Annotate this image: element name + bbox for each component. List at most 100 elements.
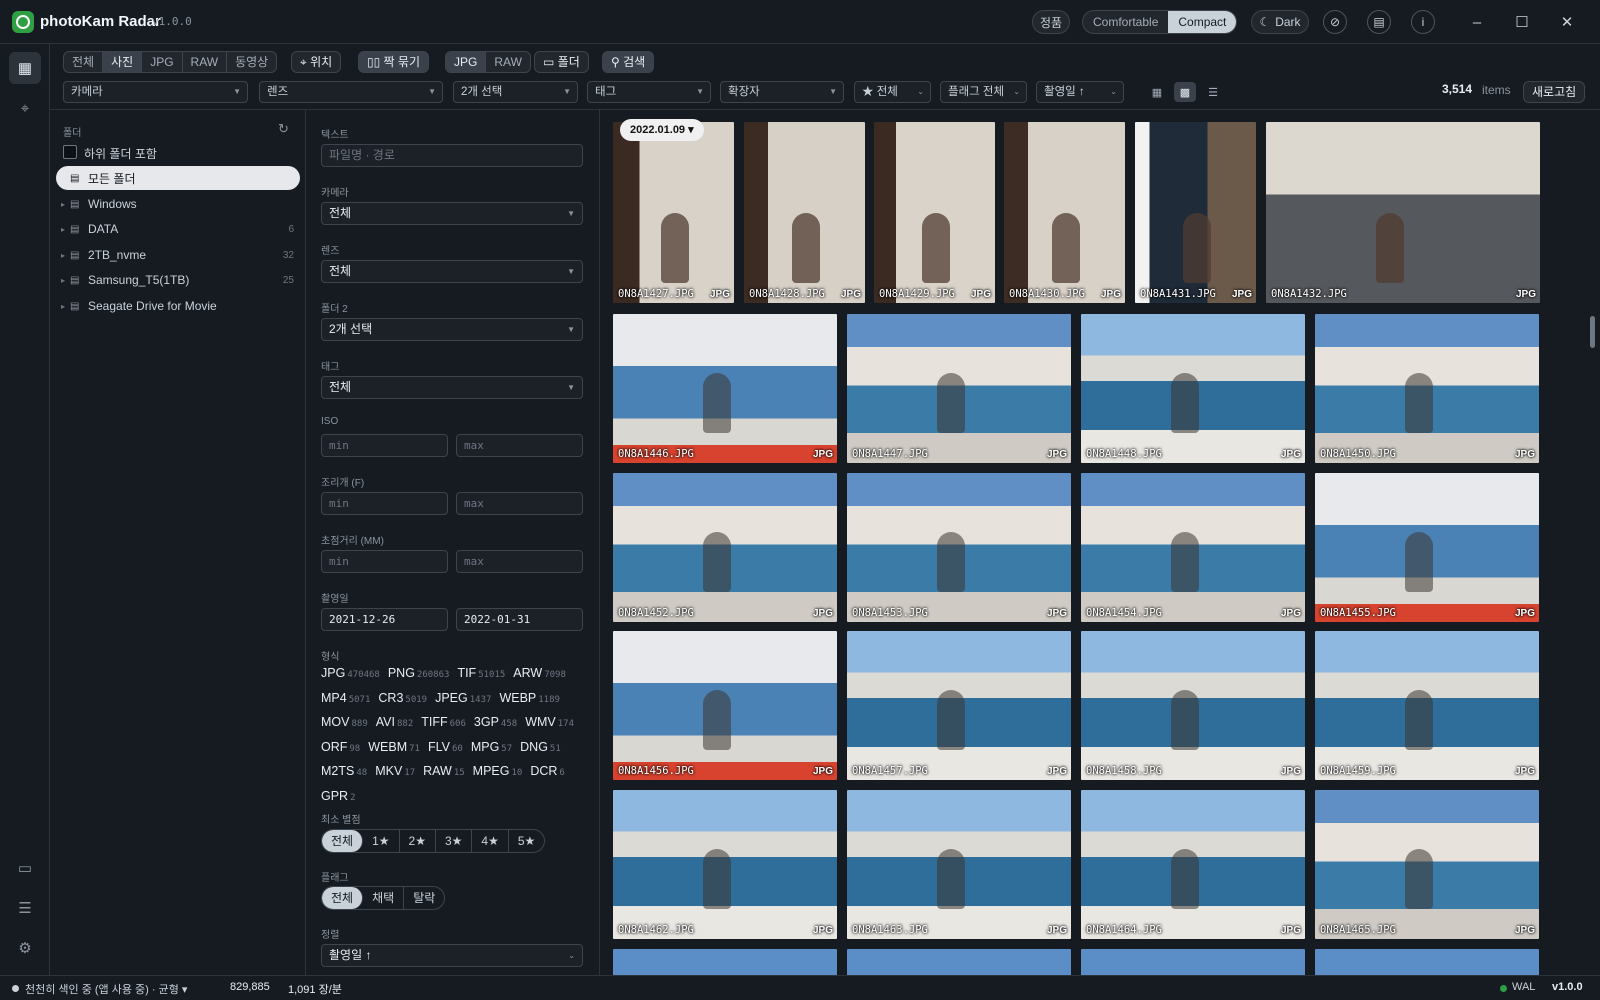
photo-thumbnail[interactable]: 0N8A1459.JPG JPG	[1315, 631, 1539, 780]
format-item[interactable]: ORF 98	[321, 736, 360, 761]
photo-thumbnail[interactable]: 0N8A1447.JPG JPG	[847, 314, 1071, 463]
folder-item-2tb-nvme[interactable]: ▸ ▤ 2TB_nvme 32	[56, 243, 300, 267]
aperture-max-input[interactable]: max	[456, 492, 583, 515]
folder-icon[interactable]: ▭	[9, 852, 41, 884]
checklist-icon[interactable]: ☰	[9, 892, 41, 924]
text-filter-input[interactable]: 파일명 · 경로	[321, 144, 583, 167]
flag-chip-pick[interactable]: 채택	[363, 887, 405, 909]
format-item[interactable]: MP4 5071	[321, 687, 370, 712]
media-tab-all[interactable]: 전체	[64, 52, 104, 72]
format-item[interactable]: 3GP 458	[474, 711, 517, 736]
sort-filter-select[interactable]: 촬영일 ↑ ⌄	[321, 944, 583, 967]
rating-chip-4[interactable]: 4★	[472, 830, 509, 852]
expand-icon[interactable]: ▸	[56, 302, 70, 311]
aperture-min-input[interactable]: min	[321, 492, 448, 515]
photo-thumbnail[interactable]: 0N8A1431.JPG JPG	[1135, 122, 1256, 303]
refresh-icon[interactable]: ↻	[278, 121, 289, 137]
keyboard-icon[interactable]: ▤	[1367, 10, 1391, 34]
compass-icon[interactable]: ⊘	[1323, 10, 1347, 34]
photo-thumbnail[interactable]: 0N8A1429.JPG JPG	[874, 122, 995, 303]
pair-tab-raw[interactable]: RAW	[486, 52, 530, 72]
iso-max-input[interactable]: max	[456, 434, 583, 457]
format-item[interactable]: PNG 260863	[388, 662, 450, 687]
folder-dropdown[interactable]: 2개 선택 ▼	[453, 81, 578, 103]
photo-thumbnail[interactable]: 0N8A1432.JPG JPG	[1266, 122, 1540, 303]
rating-chip-2[interactable]: 2★	[400, 830, 436, 852]
photo-thumbnail[interactable]: 0N8A1446.JPG JPG	[613, 314, 837, 463]
indexing-status[interactable]: 천천히 색인 중 (앱 사용 중) · 균형 ▾	[25, 981, 187, 997]
list-view-icon[interactable]: ☰	[1202, 82, 1224, 102]
photo-thumbnail[interactable]: 0N8A1456.JPG JPG	[613, 631, 837, 780]
pair-tab-jpg[interactable]: JPG	[446, 52, 487, 72]
format-item[interactable]: CR3 5019	[378, 687, 427, 712]
theme-toggle[interactable]: ☾ Dark	[1251, 10, 1309, 34]
density-comfortable[interactable]: Comfortable	[1083, 11, 1168, 33]
close-icon[interactable]: ✕	[1555, 10, 1579, 34]
flag-chip-reject[interactable]: 탈락	[404, 887, 444, 909]
search-button[interactable]: ⚲ 검색	[602, 51, 655, 73]
folder-button[interactable]: ▭ 폴더	[534, 51, 589, 73]
rating-chip-5[interactable]: 5★	[509, 830, 544, 852]
photo-thumbnail-partial[interactable]	[1081, 949, 1305, 975]
photo-thumbnail[interactable]: 0N8A1430.JPG JPG	[1004, 122, 1125, 303]
expand-icon[interactable]: ▸	[56, 251, 70, 260]
media-tab-video[interactable]: 동영상	[227, 52, 276, 72]
include-subfolders-checkbox[interactable]	[63, 145, 77, 159]
format-item[interactable]: TIF 51015	[457, 662, 505, 687]
format-item[interactable]: ARW 7098	[513, 662, 566, 687]
photo-thumbnail[interactable]: 0N8A1455.JPG JPG	[1315, 473, 1539, 622]
focal-min-input[interactable]: min	[321, 550, 448, 573]
format-item[interactable]: MOV 889	[321, 711, 368, 736]
folder-item-windows[interactable]: ▸ ▤ Windows	[56, 192, 300, 216]
density-compact[interactable]: Compact	[1168, 11, 1237, 33]
photo-thumbnail[interactable]: 0N8A1453.JPG JPG	[847, 473, 1071, 622]
sort-dropdown[interactable]: 촬영일 ↑ ⌄	[1036, 81, 1124, 103]
date-from-input[interactable]: 2021-12-26	[321, 608, 448, 631]
maximize-icon[interactable]: ☐	[1510, 10, 1534, 34]
format-item[interactable]: MPG 57	[471, 736, 512, 761]
format-item[interactable]: AVI 882	[376, 711, 414, 736]
iso-min-input[interactable]: min	[321, 434, 448, 457]
expand-icon[interactable]: ▸	[56, 225, 70, 234]
folder-item-all[interactable]: ▤ 모든 폴더	[56, 166, 300, 190]
photo-thumbnail[interactable]: 0N8A1463.JPG JPG	[847, 790, 1071, 939]
format-item[interactable]: TIFF 606	[421, 711, 466, 736]
pair-button[interactable]: ▯▯ 짝 묶기	[358, 51, 430, 73]
folder-filter-select[interactable]: 2개 선택 ▼	[321, 318, 583, 341]
tag-dropdown[interactable]: 태그 ▼	[587, 81, 711, 103]
photo-thumbnail[interactable]: 0N8A1457.JPG JPG	[847, 631, 1071, 780]
format-item[interactable]: DCR 6	[530, 760, 565, 785]
info-icon[interactable]: i	[1411, 10, 1435, 34]
folder-item-data[interactable]: ▸ ▤ DATA 6	[56, 217, 300, 241]
camera-dropdown[interactable]: 카메라 ▼	[63, 81, 248, 103]
camera-filter-select[interactable]: 전체 ▼	[321, 202, 583, 225]
format-item[interactable]: FLV 60	[428, 736, 463, 761]
rating-chip-1[interactable]: 1★	[363, 830, 400, 852]
folder-item-seagate[interactable]: ▸ ▤ Seagate Drive for Movie	[56, 294, 300, 318]
expand-icon[interactable]: ▸	[56, 276, 70, 285]
date-group-chip[interactable]: 2022.01.09 ▾	[620, 119, 704, 141]
folder-item-samsung-t5[interactable]: ▸ ▤ Samsung_T5(1TB) 25	[56, 268, 300, 292]
format-item[interactable]: WEBM 71	[368, 736, 420, 761]
grid-view-icon[interactable]: ▦	[9, 52, 41, 84]
sliders-icon[interactable]: ⚙	[9, 932, 41, 964]
expand-icon[interactable]: ▸	[56, 200, 70, 209]
rating-chip-all[interactable]: 전체	[322, 830, 364, 852]
minimize-icon[interactable]: –	[1465, 10, 1489, 34]
photo-thumbnail-partial[interactable]	[847, 949, 1071, 975]
rating-dropdown[interactable]: ★ 전체 ⌄	[854, 81, 931, 103]
format-item[interactable]: JPEG 1437	[435, 687, 491, 712]
media-tab-photo[interactable]: 사진	[103, 52, 143, 72]
media-tab-jpg[interactable]: JPG	[142, 52, 183, 72]
photo-thumbnail[interactable]: 0N8A1428.JPG JPG	[744, 122, 865, 303]
compact-grid-icon[interactable]: ▩	[1174, 82, 1196, 102]
format-item[interactable]: WEBP 1189	[499, 687, 560, 712]
lens-dropdown[interactable]: 렌즈 ▼	[259, 81, 443, 103]
format-item[interactable]: JPG 470468	[321, 662, 380, 687]
photo-thumbnail[interactable]: 0N8A1452.JPG JPG	[613, 473, 837, 622]
format-item[interactable]: WMV 174	[525, 711, 574, 736]
format-item[interactable]: MPEG 10	[473, 760, 523, 785]
map-pin-icon[interactable]: ⌖	[9, 92, 41, 124]
media-tab-raw[interactable]: RAW	[183, 52, 228, 72]
photo-thumbnail-partial[interactable]	[613, 949, 837, 975]
